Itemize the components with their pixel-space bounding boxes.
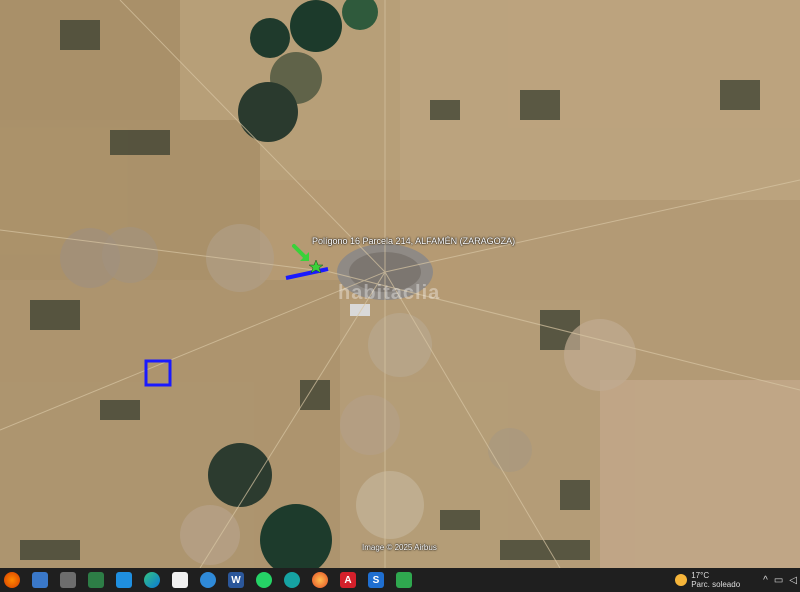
taskbar: W A S 17°C Parc. soleado ^ ▭ ◁ <box>0 568 800 592</box>
acrobat-icon[interactable]: A <box>340 572 356 588</box>
watermark: habitaclia <box>338 282 441 304</box>
app-icon[interactable]: S <box>368 572 384 588</box>
app-icon[interactable] <box>284 572 300 588</box>
imagery-copyright: Image © 2025 Airbus <box>362 543 437 552</box>
chevron-up-icon[interactable]: ^ <box>763 575 768 586</box>
app-icon[interactable] <box>32 572 48 588</box>
weather-temp: 17°C <box>691 571 710 580</box>
app-icon[interactable] <box>396 572 412 588</box>
place-label[interactable]: Polígono 16 Parcela 214, ALFAMÉN (ZARAGO… <box>312 236 515 246</box>
weather-desc: Parc. soleado <box>691 580 741 589</box>
app-icon[interactable] <box>60 572 76 588</box>
globe-icon[interactable] <box>200 572 216 588</box>
volume-icon[interactable]: ◁ <box>789 575 797 586</box>
weather-widget[interactable]: 17°C Parc. soleado <box>675 571 740 589</box>
photos-icon[interactable] <box>116 572 132 588</box>
whatsapp-icon[interactable] <box>256 572 272 588</box>
file-icon[interactable] <box>172 572 188 588</box>
word-icon[interactable]: W <box>228 572 244 588</box>
weather-sun-icon <box>675 574 688 586</box>
satellite-map[interactable]: habitaclia Polígono 16 Parcela 214, ALFA… <box>0 0 800 568</box>
system-tray: 17°C Parc. soleado ^ ▭ ◁ <box>675 568 800 592</box>
edge-icon[interactable] <box>144 572 160 588</box>
start-icon[interactable] <box>4 572 20 588</box>
firefox-icon[interactable] <box>312 572 328 588</box>
app-icon[interactable] <box>88 572 104 588</box>
network-icon[interactable]: ▭ <box>774 575 783 586</box>
